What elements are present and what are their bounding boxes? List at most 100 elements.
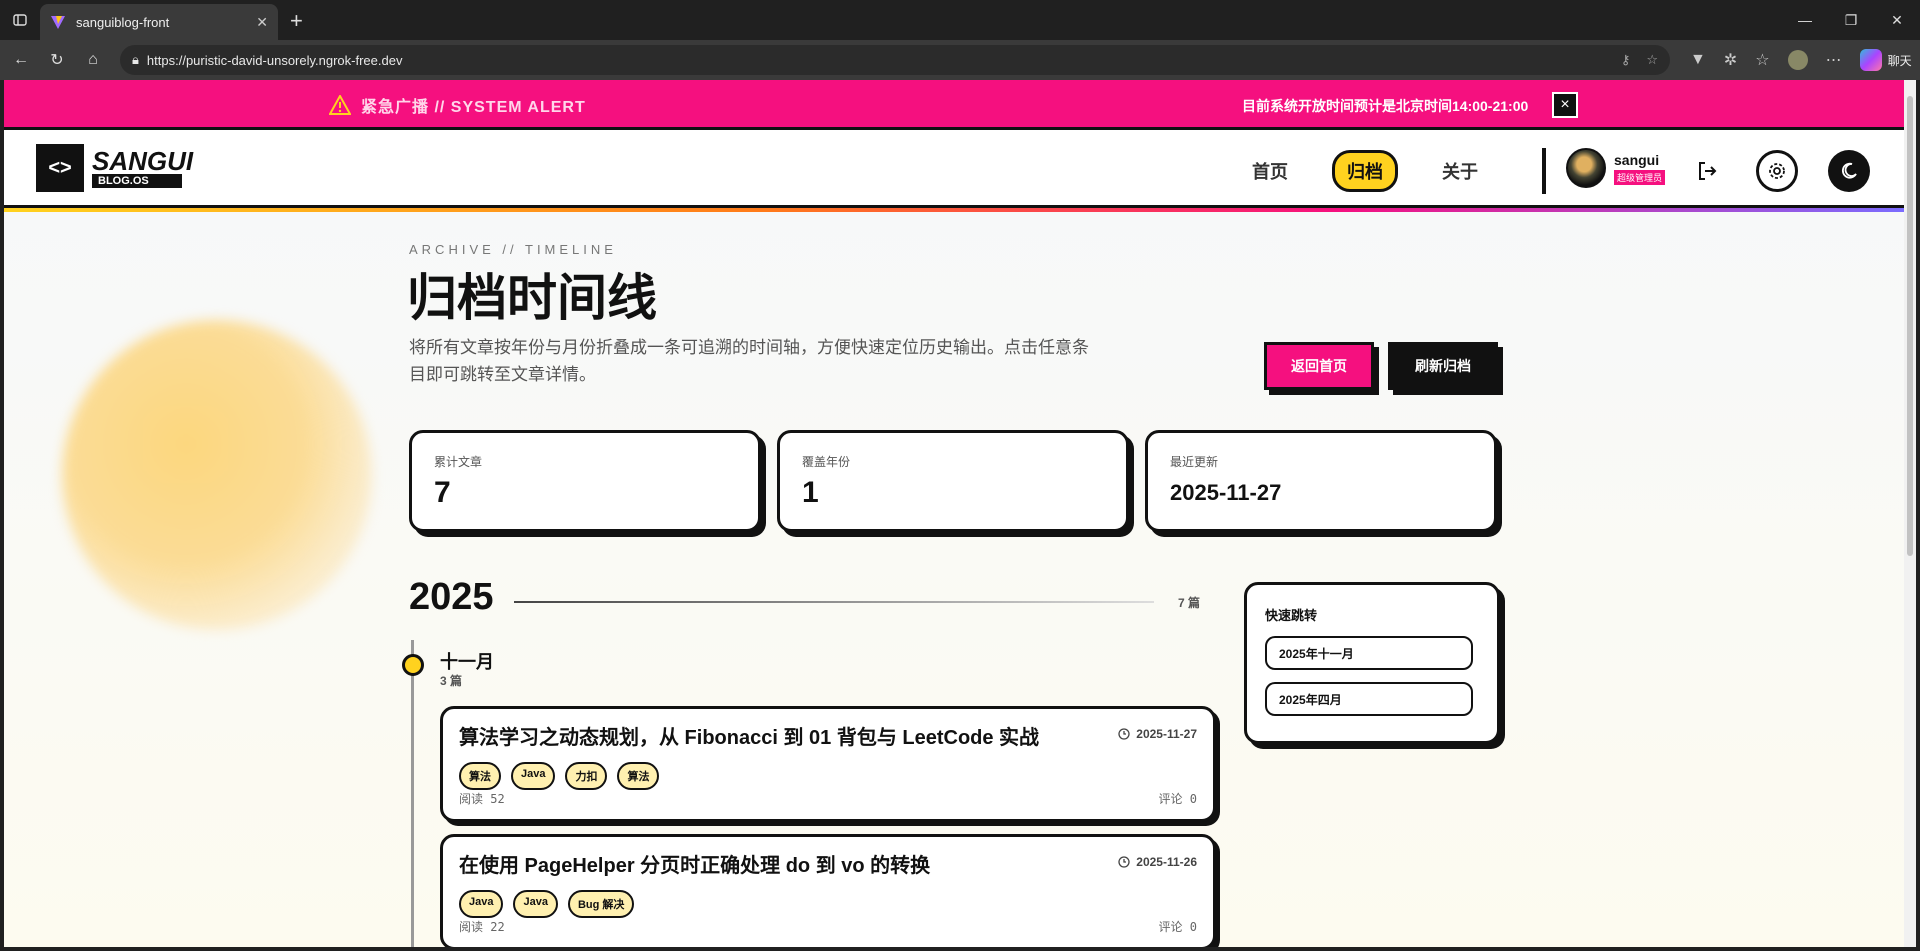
post-date-text: 2025-11-26 [1136,855,1197,869]
page-scrollbar[interactable] [1904,80,1916,947]
extensions-puzzle-icon[interactable]: ✲ [1724,50,1737,70]
tag-chip[interactable]: 力扣 [565,762,608,790]
moon-icon [1841,162,1857,179]
post-tags: Java Java Bug 解决 [459,890,1197,918]
timeline-dot [402,654,424,676]
scrollbar-thumb[interactable] [1907,96,1913,556]
browser-toolbar: ← ↻ ⌂ 🔒︎ https://puristic-david-unsorely… [0,40,1920,80]
logo-subtitle: BLOG.OS [92,174,182,188]
new-tab-icon[interactable]: + [290,8,303,34]
stat-label: 最近更新 [1170,455,1219,469]
post-comments: 评论 0 [1158,792,1197,806]
lock-icon: 🔒︎ [132,52,139,67]
site-logo[interactable]: <> SANGUI BLOG.OS [36,144,193,192]
tag-chip[interactable]: 算法 [459,762,501,790]
header-divider [1542,148,1546,194]
site-header: <> SANGUI BLOG.OS 首页 归档 关于 sangui 超级管理员 [4,130,1904,212]
nav-home[interactable]: 首页 [1240,153,1300,189]
stat-card-last-update: 最近更新 2025-11-27 [1145,430,1497,532]
url-text: https://puristic-david-unsorely.ngrok-fr… [146,52,403,68]
tag-chip[interactable]: Java [513,890,558,918]
post-title[interactable]: 在使用 PageHelper 分页时正确处理 do 到 vo 的转换 [459,849,1197,878]
month-heading: 十一月 [440,652,494,672]
month-post-count: 3 篇 [440,674,463,688]
page-title: 归档时间线 [407,270,657,326]
quick-jump-title: 快速跳转 [1265,608,1318,623]
tag-chip[interactable]: Java [511,762,556,790]
favorites-icon[interactable]: ☆ [1755,50,1769,70]
stat-value: 7 [434,476,451,509]
profile-avatar-icon[interactable] [1787,50,1808,70]
tag-chip[interactable]: 算法 [617,762,660,790]
quick-jump-panel: 快速跳转 2025年十一月 2025年四月 [1244,582,1500,744]
system-alert-banner: 紧急广播 // SYSTEM ALERT 目前系统开放时间预计是北京时间14:0… [4,80,1904,130]
post-card[interactable]: 在使用 PageHelper 分页时正确处理 do 到 vo 的转换 2025-… [440,834,1216,947]
alert-close-button[interactable]: × [1552,92,1578,118]
home-icon[interactable]: ⌂ [78,45,108,75]
stat-value: 2025-11-27 [1170,480,1282,505]
chat-label: 聊天 [1887,53,1912,68]
stat-value: 1 [802,476,819,509]
minimize-icon[interactable]: — [1782,0,1828,40]
post-comments: 评论 0 [1158,920,1197,934]
post-date: 2025-11-27 [1118,727,1197,741]
key-icon[interactable]: ⚷ [1621,52,1631,68]
nav-about[interactable]: 关于 [1430,153,1490,189]
tab-close-icon[interactable]: ✕ [256,14,268,31]
theme-toggle-button[interactable] [1828,150,1870,192]
avatar [1566,148,1606,188]
header-gradient-stripe [4,208,1904,212]
year-divider [514,601,1154,603]
tab-actions-icon[interactable] [0,0,40,40]
address-bar[interactable]: 🔒︎ https://puristic-david-unsorely.ngrok… [120,45,1670,75]
post-title[interactable]: 算法学习之动态规划，从 Fibonacci 到 01 背包与 LeetCode … [459,721,1197,750]
back-icon[interactable]: ← [6,45,36,75]
timeline-line [411,640,414,947]
copilot-chat-button[interactable]: 聊天 [1859,49,1912,71]
gear-icon [1769,163,1785,179]
logout-button[interactable] [1694,158,1720,184]
post-date: 2025-11-26 [1118,855,1197,869]
favorite-star-icon[interactable]: ☆ [1646,52,1658,68]
user-profile[interactable]: sangui 超级管理员 [1566,148,1666,188]
nav-archive[interactable]: 归档 [1332,150,1398,192]
post-views: 阅读 22 [459,920,505,934]
quick-jump-item[interactable]: 2025年四月 [1265,682,1473,716]
clock-icon [1118,728,1130,740]
post-date-text: 2025-11-27 [1136,727,1197,741]
stat-card-years: 覆盖年份 1 [777,430,1129,532]
archive-intro: 将所有文章按年份与月份折叠成一条可追溯的时间轴，方便快速定位历史输出。点击任意条… [409,338,1089,384]
year-heading: 2025 [409,576,494,618]
year-post-count: 7 篇 [1178,596,1201,610]
stat-card-total-posts: 累计文章 7 [409,430,761,532]
alert-message: 目前系统开放时间预计是北京时间14:00-21:00 [1242,98,1529,114]
copilot-icon [1859,49,1882,71]
browser-tab[interactable]: sanguiblog-front ✕ [40,4,278,40]
vite-favicon-icon [51,16,65,29]
settings-button[interactable] [1756,150,1798,192]
tag-chip[interactable]: Bug 解决 [567,890,635,918]
window-close-icon[interactable]: ✕ [1874,0,1920,40]
main-nav: 首页 归档 关于 [1240,150,1490,192]
extension-v-icon[interactable]: ▼ [1690,51,1706,69]
post-views: 阅读 52 [459,792,505,806]
reload-icon[interactable]: ↻ [42,45,72,75]
archive-eyebrow: ARCHIVE // TIMELINE [409,242,617,257]
post-tags: 算法 Java 力扣 算法 [459,762,1197,790]
more-menu-icon[interactable]: ⋯ [1826,50,1842,70]
logo-name: SANGUI [92,146,194,176]
user-name: sangui [1614,151,1660,168]
tag-chip[interactable]: Java [459,890,504,918]
refresh-archive-button[interactable]: 刷新归档 [1388,342,1498,390]
browser-tab-bar: sanguiblog-front ✕ + — ❐ ✕ [0,0,1920,40]
code-brackets-icon: <> [36,144,84,192]
stat-label: 覆盖年份 [802,455,851,469]
warning-icon [329,95,351,115]
post-card[interactable]: 算法学习之动态规划，从 Fibonacci 到 01 背包与 LeetCode … [440,706,1216,822]
decorative-sun-blob [62,320,372,630]
page-viewport: 紧急广播 // SYSTEM ALERT 目前系统开放时间预计是北京时间14:0… [4,80,1904,947]
restore-icon[interactable]: ❐ [1828,0,1874,40]
alert-title: 紧急广播 // SYSTEM ALERT [361,99,586,116]
quick-jump-item[interactable]: 2025年十一月 [1265,636,1473,670]
back-home-button[interactable]: 返回首页 [1264,342,1374,390]
